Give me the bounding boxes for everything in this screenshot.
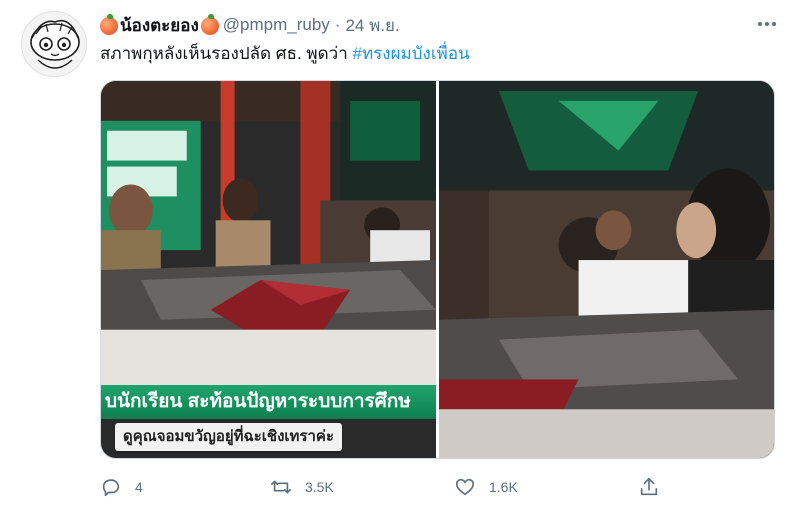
retweet-count: 3.5K xyxy=(305,479,334,495)
cartoon-avatar-icon xyxy=(30,19,80,69)
tweet-text: สภาพกุหลังเห็นรองปลัด ศธ. พูดว่า #ทรงผมบ… xyxy=(100,42,470,66)
like-button[interactable]: 1.6K xyxy=(454,472,518,502)
news-caption: ดูคุณจอมขวัญอยู่ที่ฉะเชิงเทราค่ะ xyxy=(115,423,343,451)
media-photo-right[interactable] xyxy=(439,81,774,458)
media-photo-left[interactable]: บนักเรียน สะท้อนปัญหาระบบการศึกษ ดูคุณจอ… xyxy=(101,81,436,458)
peach-emoji-icon xyxy=(100,14,118,35)
user-handle[interactable]: @pmpm_ruby xyxy=(223,15,330,35)
tweet-timestamp[interactable]: 24 พ.ย. xyxy=(345,12,399,39)
retweet-icon xyxy=(271,480,291,494)
peach-emoji-icon xyxy=(200,14,219,35)
tweet-header: น้องตะยอง @pmpm_ruby · 24 พ.ย. xyxy=(100,13,400,37)
tweet-body: สภาพกุหลังเห็นรองปลัด ศธ. พูดว่า xyxy=(100,44,353,63)
avatar[interactable] xyxy=(21,11,87,77)
reply-button[interactable]: 4 xyxy=(100,472,143,502)
more-options-button[interactable] xyxy=(756,14,778,34)
reply-count: 4 xyxy=(135,479,143,495)
display-name[interactable]: น้องตะยอง xyxy=(120,12,199,39)
heart-icon xyxy=(455,478,475,496)
hashtag-link[interactable]: #ทรงผมบังเพื่อน xyxy=(352,44,469,63)
retweet-button[interactable]: 3.5K xyxy=(270,472,334,502)
separator-dot: · xyxy=(334,15,341,34)
share-icon xyxy=(640,477,658,496)
reply-icon xyxy=(102,479,120,497)
tweet-actions: 4 3.5K 1.6K xyxy=(100,472,700,502)
tv-studio-closeup-image xyxy=(439,81,774,458)
like-count: 1.6K xyxy=(489,479,518,495)
tweet-card: น้องตะยอง @pmpm_ruby · 24 พ.ย. สภาพกุหลั… xyxy=(0,0,800,518)
tweet-media: บนักเรียน สะท้อนปัญหาระบบการศึกษ ดูคุณจอ… xyxy=(100,80,775,459)
news-ticker: บนักเรียน สะท้อนปัญหาระบบการศึกษ xyxy=(101,385,436,419)
more-icon xyxy=(758,22,776,26)
share-button[interactable] xyxy=(638,472,660,502)
